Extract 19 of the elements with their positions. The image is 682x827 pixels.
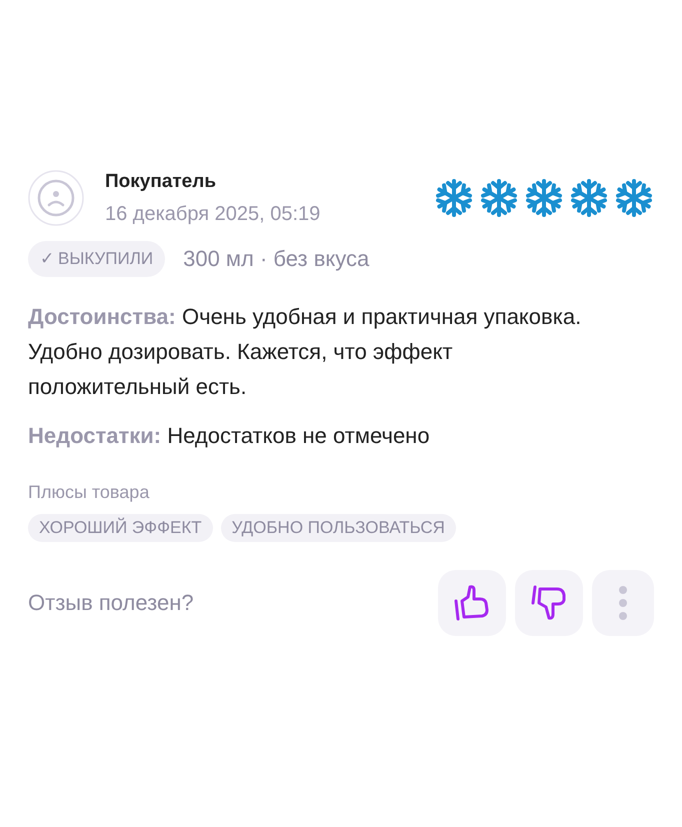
snowflake-icon: [524, 178, 564, 218]
snowflake-icon: [434, 178, 474, 218]
product-variant: 300 мл · без вкуса: [183, 245, 370, 273]
helpful-prompt: Отзыв полезен?: [28, 589, 194, 617]
tags-title: Плюсы товара: [28, 480, 150, 504]
review-date: 16 декабря 2025, 05:19: [105, 202, 320, 226]
more-icon: [618, 584, 628, 620]
author-name: Покупатель: [105, 170, 218, 194]
tag: ХОРОШИЙ ЭФФЕКТ: [28, 514, 213, 542]
snowflake-icon: [479, 178, 519, 218]
snowflake-icon: [614, 178, 654, 218]
tag: УДОБНО ПОЛЬЗОВАТЬСЯ: [220, 514, 456, 542]
avatar-icon: [28, 170, 84, 226]
snowflake-icon: [569, 178, 609, 218]
like-button[interactable]: [438, 570, 506, 636]
review-text: Недостатки: Недостатков не отмечено: [28, 422, 431, 450]
purchased-badge: ✓ ВЫКУПИЛИ: [28, 240, 166, 276]
dislike-button[interactable]: [515, 570, 583, 636]
review-text: Достоинства: Очень удобная и практичная упаковка. Удобно дозировать. Кажется, что эффект положительный есть.: [28, 302, 582, 400]
